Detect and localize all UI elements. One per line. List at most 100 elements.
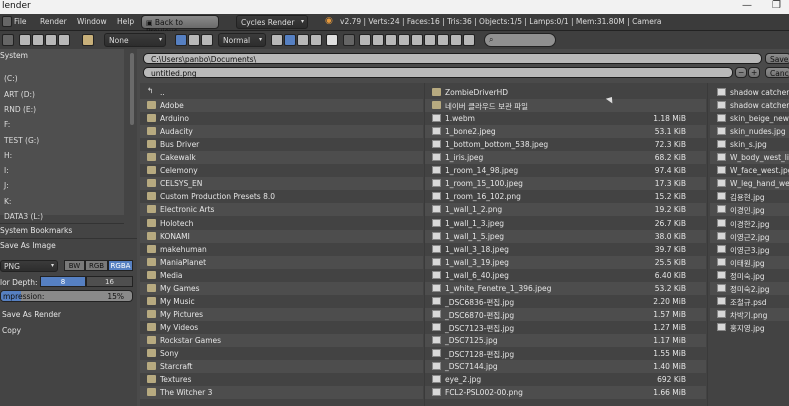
filename-input[interactable]: untitled.png xyxy=(143,67,733,78)
menu-file[interactable]: File xyxy=(14,17,27,26)
file-row[interactable]: 1_wall_6_40.jpeg 6.40 KiB xyxy=(425,269,706,282)
drive-j[interactable]: J: xyxy=(4,181,9,190)
thumbnails-icon[interactable] xyxy=(201,34,213,46)
file-row[interactable]: shadow catcher1. xyxy=(710,99,789,113)
file-row[interactable]: W_face_west.jpg xyxy=(710,164,789,177)
file-row[interactable]: Custom Production Presets 8.0 xyxy=(140,190,423,203)
decrement-button[interactable]: − xyxy=(735,67,747,78)
file-row[interactable]: FCL2-PSL002-00.png 1.66 MiB xyxy=(425,386,706,400)
editor-type-icon[interactable] xyxy=(2,16,12,27)
depth-16-toggle[interactable]: 16 xyxy=(86,276,133,287)
file-row[interactable]: _DSC7144.jpg 1.40 MiB xyxy=(425,360,706,374)
new-folder-icon[interactable] xyxy=(82,34,94,46)
forward-arrow-icon[interactable] xyxy=(32,34,44,46)
parent-directory-row[interactable]: ↰.. xyxy=(140,86,423,99)
search-input[interactable]: ⌕ xyxy=(484,33,556,47)
drive-l[interactable]: DATA3 (L:) xyxy=(4,212,43,221)
file-row[interactable]: _DSC7123-편집.jpg 1.27 MiB xyxy=(425,321,706,334)
filter-sound-icon[interactable] xyxy=(450,34,462,46)
menu-help[interactable]: Help xyxy=(117,17,134,26)
file-row[interactable]: 네이버 클라우드 보관 파일 xyxy=(425,99,706,113)
file-row[interactable]: 김용현.jpg xyxy=(710,190,789,203)
file-row[interactable]: My Pictures xyxy=(140,307,423,321)
file-row[interactable]: 1_wall_3_18.jpeg 39.7 KiB xyxy=(425,243,706,256)
file-row[interactable]: 홍지영.jpg xyxy=(710,321,789,334)
color-rgba-toggle[interactable]: RGBA xyxy=(108,260,133,271)
drive-c[interactable]: (C:) xyxy=(4,74,18,83)
file-row[interactable]: W_leg_hand_west. xyxy=(710,177,789,191)
sort-time-icon[interactable] xyxy=(297,34,309,46)
file-row[interactable]: ManiaPlanet xyxy=(140,255,423,269)
save-as-render-checkbox[interactable]: Save As Render xyxy=(2,310,61,319)
drive-e[interactable]: RND (E:) xyxy=(4,105,36,114)
filter-blend-icon[interactable] xyxy=(372,34,384,46)
file-row[interactable]: Textures xyxy=(140,373,423,386)
file-row[interactable]: 정미숙.jpg xyxy=(710,269,789,282)
save-button[interactable]: Save xyxy=(765,53,789,64)
directory-input[interactable]: C:\Users\panbo\Documents\ xyxy=(143,53,762,64)
recursion-dropdown[interactable]: None ▾ xyxy=(104,33,166,47)
file-row[interactable]: 1_wall_1_5.jpeg 38.0 KiB xyxy=(425,229,706,243)
file-row[interactable]: 1_room_14_98.jpeg 97.4 KiB xyxy=(425,164,706,177)
file-row[interactable]: 1_bone2.jpeg 53.1 KiB xyxy=(425,125,706,139)
menu-render[interactable]: Render xyxy=(40,17,67,26)
file-row[interactable]: eye_2.jpg 692 KiB xyxy=(425,373,706,386)
short-list-icon[interactable] xyxy=(175,34,187,46)
cancel-button[interactable]: Cance xyxy=(765,67,789,78)
save-as-image-header[interactable]: Save As Image xyxy=(0,241,56,250)
file-row[interactable]: 1_wall_3_19.jpeg 25.5 KiB xyxy=(425,255,706,269)
file-row[interactable]: 이태원.jpg xyxy=(710,255,789,269)
file-row[interactable]: 1_wall_1_3.jpeg 26.7 KiB xyxy=(425,217,706,230)
file-row[interactable]: 1_room_16_102.png 15.2 KiB xyxy=(425,190,706,203)
filter-folder-icon[interactable] xyxy=(359,34,371,46)
refresh-icon[interactable] xyxy=(58,34,70,46)
file-row[interactable]: Audacity xyxy=(140,125,423,139)
drive-d[interactable]: ART (D:) xyxy=(4,90,35,99)
long-list-icon[interactable] xyxy=(188,34,200,46)
file-row[interactable]: The Witcher 3 xyxy=(140,386,423,400)
file-row[interactable]: _DSC6836-편집.jpg 2.20 MiB xyxy=(425,295,706,308)
filter-backup-icon[interactable] xyxy=(385,34,397,46)
file-row[interactable]: Bus Driver xyxy=(140,138,423,151)
file-row[interactable]: 정미숙2.jpg xyxy=(710,281,789,295)
file-row[interactable]: _DSC7125.jpg 1.17 MiB xyxy=(425,333,706,347)
file-row[interactable]: 이영근3.jpg xyxy=(710,243,789,256)
file-format-dropdown[interactable]: PNG ▾ xyxy=(0,260,58,272)
file-row[interactable]: My Music xyxy=(140,295,423,308)
file-row[interactable]: CELSYS_EN xyxy=(140,177,423,191)
file-row[interactable]: 1_bottom_bottom_538.jpeg 72.3 KiB xyxy=(425,138,706,151)
file-row[interactable]: 1.webm 1.18 MiB xyxy=(425,112,706,125)
file-row[interactable]: 1_wall_1_2.png 19.2 KiB xyxy=(425,203,706,217)
file-row[interactable]: Sony xyxy=(140,347,423,360)
filter-script-icon[interactable] xyxy=(424,34,436,46)
file-row[interactable]: _DSC6870-편집.jpg 1.57 MiB xyxy=(425,307,706,321)
file-row[interactable]: My Videos xyxy=(140,321,423,334)
copy-checkbox[interactable]: Copy xyxy=(2,326,21,335)
file-row[interactable]: _DSC7128-편집.jpg 1.55 MiB xyxy=(425,347,706,360)
system-bookmarks-header[interactable]: System Bookmarks xyxy=(0,226,72,235)
increment-button[interactable]: + xyxy=(748,67,760,78)
drive-h[interactable]: H: xyxy=(4,151,12,160)
editor-type-icon[interactable] xyxy=(2,34,14,46)
color-rgb-toggle[interactable]: RGB xyxy=(85,260,108,271)
sidebar-scrollbar[interactable] xyxy=(130,53,134,125)
back-to-previous-button[interactable]: ▣ Back to Previous xyxy=(141,15,219,36)
render-engine-dropdown[interactable]: Cycles Render ▾ xyxy=(236,15,308,29)
file-row[interactable]: KONAMI xyxy=(140,229,423,243)
file-row[interactable]: Rockstar Games xyxy=(140,333,423,347)
file-row[interactable]: Celemony xyxy=(140,164,423,177)
file-row[interactable]: W_body_west_ling xyxy=(710,151,789,165)
file-row[interactable]: 1_iris.jpeg 68.2 KiB xyxy=(425,151,706,165)
drive-k[interactable]: K: xyxy=(4,197,11,206)
system-header[interactable]: System xyxy=(0,51,28,60)
menu-window[interactable]: Window xyxy=(77,17,107,26)
filter-font-icon[interactable] xyxy=(437,34,449,46)
color-bw-toggle[interactable]: BW xyxy=(64,260,85,271)
file-row[interactable]: skin_beige_new.jp xyxy=(710,112,789,125)
file-row[interactable]: skin_nudes.jpg xyxy=(710,125,789,139)
back-arrow-icon[interactable] xyxy=(19,34,31,46)
file-row[interactable]: 이영근2.jpg xyxy=(710,229,789,243)
file-row[interactable]: My Games xyxy=(140,281,423,295)
file-row[interactable]: 차박기.png xyxy=(710,307,789,321)
filter-image-icon[interactable] xyxy=(398,34,410,46)
